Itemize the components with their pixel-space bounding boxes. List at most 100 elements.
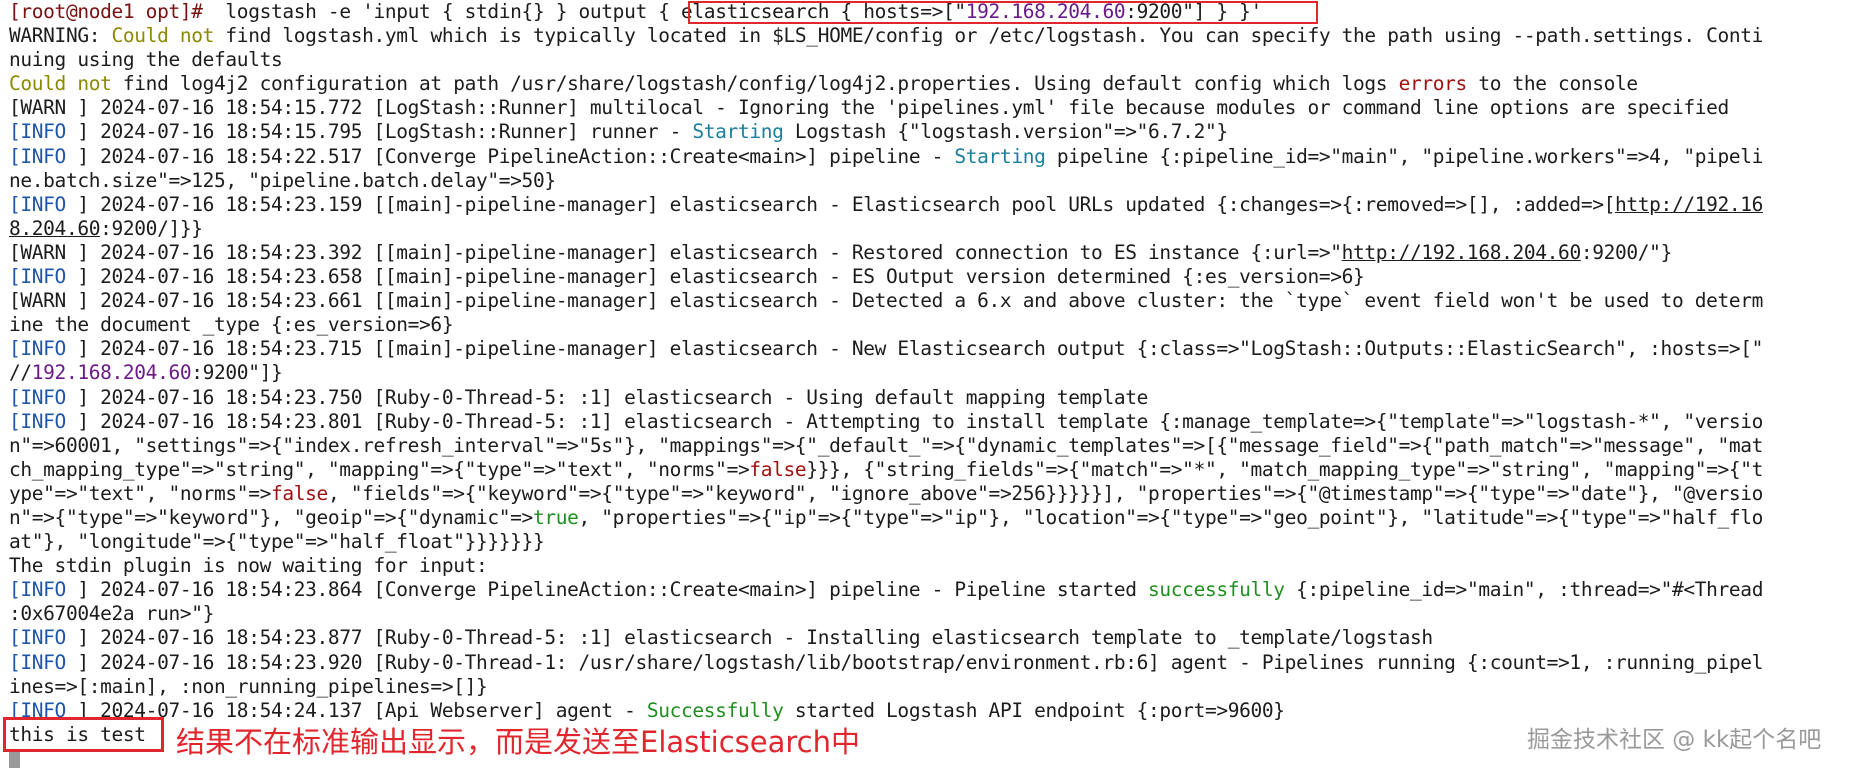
terminal-text: [ — [9, 385, 21, 409]
terminal-text: http://192.16 — [1615, 192, 1764, 216]
terminal-text: Starting — [954, 144, 1046, 168]
terminal-text: [ — [9, 120, 21, 144]
terminal-text: find logstash.yml which is typically loc… — [214, 24, 1764, 48]
terminal-text: , "fields"=>{"keyword"=>{"type"=>"keywor… — [327, 481, 1764, 505]
terminal-line: [WARN ] 2024-07-16 18:54:15.772 [LogStas… — [9, 96, 1859, 120]
terminal-text: Could not — [9, 72, 112, 96]
terminal-text: :9200/"} — [1580, 240, 1672, 264]
terminal-text: pipeline {:pipeline_id=>"main", "pipelin… — [1045, 144, 1764, 168]
terminal-text: :0x67004e2a run>"} — [9, 602, 215, 626]
terminal-text: ] 2024-07-16 18:54:23.658 [[main]-pipeli… — [65, 265, 1365, 289]
annotation-caption: 结果不在标准输出显示，而是发送至Elasticsearch中 — [176, 725, 860, 759]
terminal-text: [ — [9, 337, 21, 361]
terminal-text: ] 2024-07-16 18:54:15.795 [LogStash::Run… — [65, 120, 693, 144]
terminal-line: [INFO ] 2024-07-16 18:54:23.159 [[main]-… — [9, 193, 1859, 217]
terminal-text: ne.batch.size"=>125, "pipeline.batch.del… — [9, 168, 556, 192]
terminal-line: [INFO ] 2024-07-16 18:54:23.864 [Converg… — [9, 578, 1859, 602]
terminal-text: ] 2024-07-16 18:54:23.920 [Ruby-0-Thread… — [65, 650, 1764, 674]
terminal-line: ne.batch.size"=>125, "pipeline.batch.del… — [9, 169, 1859, 193]
terminal-line: 8.204.60:9200/]}} — [9, 217, 1859, 241]
terminal-text: INFO — [20, 192, 66, 216]
terminal-text: ] 2024-07-16 18:54:23.801 [Ruby-0-Thread… — [65, 409, 1764, 433]
terminal-text: [ — [9, 265, 21, 289]
terminal-text: INFO — [20, 650, 66, 674]
terminal-text: INFO — [20, 578, 66, 602]
terminal-line: [WARN ] 2024-07-16 18:54:23.661 [[main]-… — [9, 289, 1859, 313]
terminal-text: ype"=>"text", "norms"=> — [9, 481, 271, 505]
terminal-text: {:pipeline_id=>"main", :thread=>"#<Threa… — [1284, 578, 1764, 602]
terminal-text: INFO — [20, 120, 66, 144]
terminal-line: ype"=>"text", "norms"=>false, "fields"=>… — [9, 482, 1859, 506]
terminal-line: [INFO ] 2024-07-16 18:54:23.920 [Ruby-0-… — [9, 651, 1859, 675]
terminal-text: INFO — [20, 409, 66, 433]
terminal-text: 192.168.204.60 — [31, 361, 192, 385]
terminal-text: ] 2024-07-16 18:54:23.750 [Ruby-0-Thread… — [65, 385, 1149, 409]
terminal-line: //192.168.204.60:9200"]} — [9, 361, 1859, 385]
terminal-text: // — [9, 361, 32, 385]
terminal-text: [root@node1 opt]# — [9, 0, 203, 23]
terminal-text: [ — [9, 409, 21, 433]
terminal-line: [INFO ] 2024-07-16 18:54:23.801 [Ruby-0-… — [9, 410, 1859, 434]
terminal-text: Starting — [692, 120, 784, 144]
terminal-text: ] 2024-07-16 18:54:23.159 [[main]-pipeli… — [65, 192, 1615, 216]
terminal-text: nuing using the defaults — [9, 48, 283, 72]
hosts-highlight-box — [688, 1, 1318, 24]
terminal-text: ines=>[:main], :non_running_pipelines=>[… — [9, 674, 488, 698]
terminal-text: [ — [9, 144, 21, 168]
terminal-text: [ — [9, 578, 21, 602]
terminal-line: ine the document _type {:es_version=>6} — [9, 313, 1859, 337]
terminal-text: }}}, {"string_fields"=>{"match"=>"*", "m… — [806, 457, 1764, 481]
terminal-text: [WARN ] 2024-07-16 18:54:15.772 [LogStas… — [9, 96, 1729, 120]
terminal-text: [WARN ] 2024-07-16 18:54:23.661 [[main]-… — [9, 289, 1764, 313]
terminal-line: Could not find log4j2 configuration at p… — [9, 72, 1859, 96]
terminal-text: , "properties"=>{"ip"=>{"type"=>"ip"}, "… — [578, 505, 1764, 529]
terminal-text: ] 2024-07-16 18:54:23.877 [Ruby-0-Thread… — [65, 626, 1433, 650]
terminal-text: ] 2024-07-16 18:54:23.864 [Converge Pipe… — [65, 578, 1149, 602]
terminal-line: [INFO ] 2024-07-16 18:54:23.750 [Ruby-0-… — [9, 386, 1859, 410]
terminal-text: at"}, "longitude"=>{"type"=>"half_float"… — [9, 530, 545, 554]
terminal-text: ine the document _type {:es_version=>6} — [9, 313, 454, 337]
terminal-output[interactable]: [root@node1 opt]# logstash -e 'input { s… — [9, 0, 1859, 747]
terminal-line: WARNING: Could not find logstash.yml whi… — [9, 24, 1859, 48]
terminal-line: n"=>{"type"=>"keyword"}, "geoip"=>{"dyna… — [9, 506, 1859, 530]
terminal-line: n"=>60001, "settings"=>{"index.refresh_i… — [9, 434, 1859, 458]
terminal-text: to the console — [1466, 72, 1638, 96]
terminal-text: ] 2024-07-16 18:54:23.715 [[main]-pipeli… — [65, 337, 1764, 361]
terminal-line: :0x67004e2a run>"} — [9, 602, 1859, 626]
input-highlight-box — [3, 717, 164, 752]
terminal-text: [WARN ] 2024-07-16 18:54:23.392 [[main]-… — [9, 240, 1342, 264]
watermark: 掘金技术社区 @ kk起个名吧 — [1527, 727, 1822, 753]
terminal-text: The stdin plugin is now waiting for inpu… — [9, 554, 488, 578]
terminal-text: :9200"]} — [191, 361, 283, 385]
terminal-text: logstash -e 'input { stdin{} } output — [202, 0, 659, 23]
terminal-line: The stdin plugin is now waiting for inpu… — [9, 554, 1859, 578]
terminal-line: [INFO ] 2024-07-16 18:54:15.795 [LogStas… — [9, 120, 1859, 144]
terminal-line: nuing using the defaults — [9, 48, 1859, 72]
terminal-text: [ — [9, 192, 21, 216]
terminal-text: INFO — [20, 265, 66, 289]
terminal-text: [ — [9, 650, 21, 674]
terminal-text: find log4j2 configuration at path /usr/s… — [111, 72, 1399, 96]
terminal-text: 8.204.60 — [9, 216, 101, 240]
terminal-line: [INFO ] 2024-07-16 18:54:22.517 [Converg… — [9, 145, 1859, 169]
terminal-line: ines=>[:main], :non_running_pipelines=>[… — [9, 675, 1859, 699]
terminal-text: n"=>60001, "settings"=>{"index.refresh_i… — [9, 433, 1764, 457]
terminal-text: n"=>{"type"=>"keyword"}, "geoip"=>{"dyna… — [9, 505, 533, 529]
terminal-text: INFO — [20, 385, 66, 409]
terminal-text: Could not — [111, 24, 215, 48]
terminal-text: WARNING: — [9, 24, 112, 48]
terminal-text: successfully — [1148, 578, 1285, 602]
terminal-text: http://192.168.204.60 — [1341, 240, 1582, 264]
terminal-text: errors — [1398, 72, 1468, 96]
terminal-line: [INFO ] 2024-07-16 18:54:23.877 [Ruby-0-… — [9, 626, 1859, 650]
terminal-line: ch_mapping_type"=>"string", "mapping"=>{… — [9, 458, 1859, 482]
terminal-text: ch_mapping_type"=>"string", "mapping"=>{… — [9, 457, 750, 481]
terminal-line: [WARN ] 2024-07-16 18:54:23.392 [[main]-… — [9, 241, 1859, 265]
terminal-text: INFO — [20, 626, 66, 650]
terminal-line: [INFO ] 2024-07-16 18:54:23.658 [[main]-… — [9, 265, 1859, 289]
terminal-text: INFO — [20, 337, 66, 361]
terminal-text: INFO — [20, 144, 66, 168]
terminal-text: [ — [9, 626, 21, 650]
terminal-line: at"}, "longitude"=>{"type"=>"half_float"… — [9, 530, 1859, 554]
terminal-text: Logstash {"logstash.version"=>"6.7.2"} — [783, 120, 1228, 144]
